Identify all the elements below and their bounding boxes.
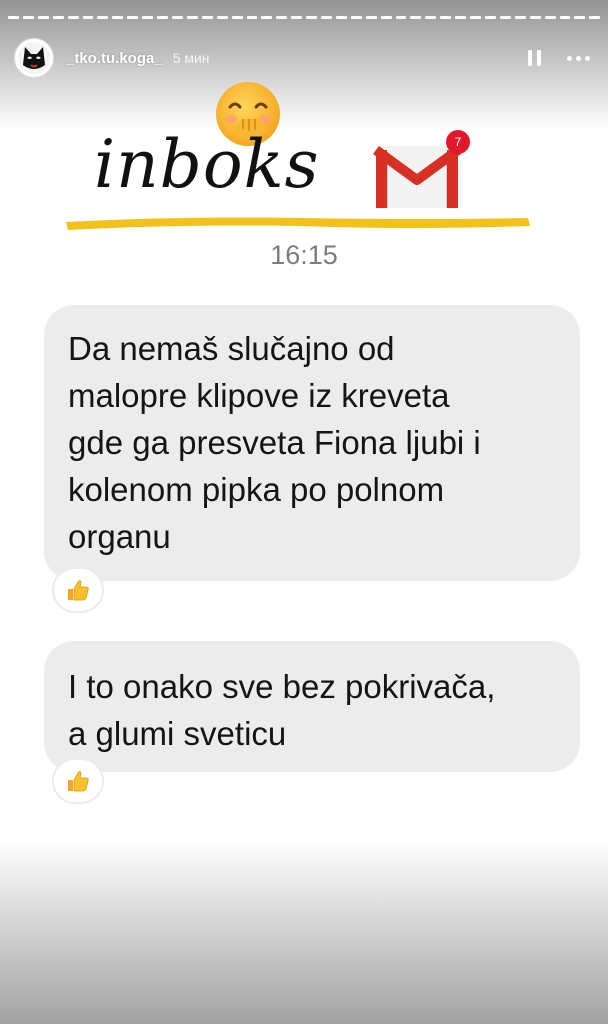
progress-segment: [455, 16, 467, 19]
progress-segment: [350, 16, 362, 19]
progress-segment: [112, 16, 124, 19]
progress-segment: [574, 16, 586, 19]
progress-segment: [380, 16, 392, 19]
story-time-ago: 5 мин: [172, 50, 210, 66]
progress-segment: [157, 16, 168, 19]
gmail-icon: [372, 140, 462, 212]
cat-mask-avatar-icon[interactable]: [14, 38, 54, 78]
story-header: _tko.tu.koga_ 5 мин: [14, 38, 594, 78]
progress-segment: [440, 16, 452, 19]
progress-segment: [127, 16, 139, 19]
progress-segment: [589, 16, 601, 19]
progress-segment: [559, 16, 571, 19]
progress-segment: [306, 16, 318, 19]
progress-segment: [410, 16, 422, 19]
progress-segment: [82, 16, 94, 19]
story-progress-bar: [8, 16, 601, 19]
progress-segment: [261, 16, 273, 19]
pause-icon[interactable]: [523, 47, 545, 69]
highlight-underline: [60, 212, 534, 236]
progress-segment: [425, 16, 437, 19]
progress-segment: [291, 16, 303, 19]
progress-segment: [231, 16, 243, 19]
bottom-gradient: [0, 840, 608, 1024]
message-timestamp: 16:15: [270, 240, 338, 270]
progress-segment: [67, 16, 79, 19]
thumbs-up-icon[interactable]: [52, 567, 104, 613]
progress-segment: [37, 16, 49, 19]
progress-segment: [276, 16, 288, 19]
progress-segment: [246, 16, 258, 19]
story-username[interactable]: _tko.tu.koga_: [66, 50, 163, 67]
progress-segment: [514, 16, 526, 19]
message-bubble[interactable]: I to onako sve bez pokrivača, a glumi sv…: [44, 641, 580, 772]
progress-segment: [395, 16, 407, 19]
message-bubble[interactable]: Da nemaš slučajno od malopre klipove iz …: [44, 305, 580, 581]
progress-segment: [97, 16, 109, 19]
thumbs-up-icon[interactable]: [52, 758, 104, 804]
progress-segment: [485, 16, 496, 19]
more-dots-icon[interactable]: [567, 55, 590, 61]
story-title: inboks: [94, 126, 320, 203]
message-text: I to onako sve bez pokrivača, a glumi sv…: [68, 668, 496, 752]
progress-segment: [321, 16, 332, 19]
message-text: Da nemaš slučajno od malopre klipove iz …: [68, 330, 481, 555]
progress-segment: [529, 16, 541, 19]
progress-segment: [365, 16, 377, 19]
progress-segment: [8, 16, 19, 19]
progress-segment: [499, 16, 511, 19]
progress-segment: [171, 16, 183, 19]
progress-segment: [335, 16, 347, 19]
progress-segment: [470, 16, 481, 19]
notification-badge: 7: [446, 130, 470, 154]
progress-segment: [52, 16, 64, 19]
progress-segment: [544, 16, 556, 19]
progress-segment: [201, 16, 213, 19]
progress-segment: [142, 16, 154, 19]
progress-segment: [22, 16, 34, 19]
progress-segment: [186, 16, 198, 19]
progress-segment: [216, 16, 228, 19]
